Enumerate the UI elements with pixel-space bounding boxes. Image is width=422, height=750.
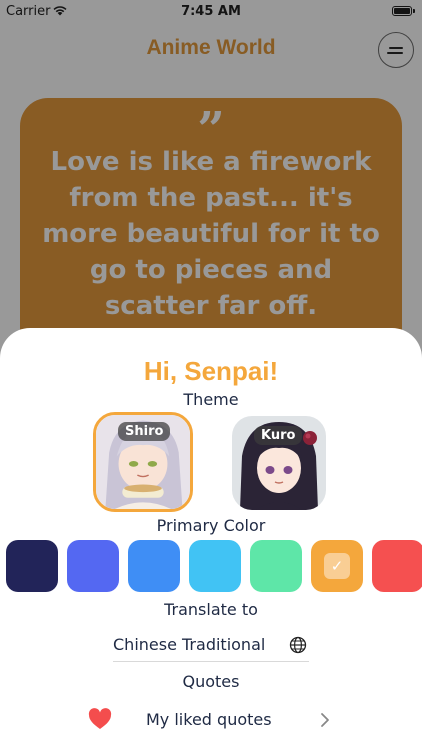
color-swatch-green[interactable] [250,540,302,592]
color-swatch-blue[interactable] [128,540,180,592]
theme-option-kuro[interactable]: Kuro [232,416,326,510]
liked-quotes-row[interactable]: My liked quotes [0,702,422,738]
theme-name-shiro: Shiro [118,422,171,441]
quotes-label: Quotes [182,672,240,691]
color-swatch-red[interactable] [372,540,422,592]
heart-icon [88,708,112,729]
chevron-right-icon [321,713,329,727]
liked-quotes-label: My liked quotes [146,710,272,729]
primary-color-label: Primary Color [156,516,266,535]
color-swatch-indigo[interactable] [67,540,119,592]
color-swatch-navy[interactable] [6,540,58,592]
greeting: Hi, Senpai! [143,356,279,386]
theme-label: Theme [183,390,239,409]
globe-icon [289,636,307,654]
color-swatch-orange[interactable]: ✓ [311,540,363,592]
check-icon: ✓ [324,553,350,579]
theme-name-kuro: Kuro [254,426,303,445]
translate-label: Translate to [164,600,258,619]
language-selector[interactable]: Chinese Traditional [113,632,309,662]
settings-sheet: Hi, Senpai! Theme Shiro Kuro Primary Col… [0,328,422,750]
theme-option-shiro[interactable]: Shiro [93,412,193,512]
color-swatch-sky[interactable] [189,540,241,592]
language-value: Chinese Traditional [113,635,266,654]
